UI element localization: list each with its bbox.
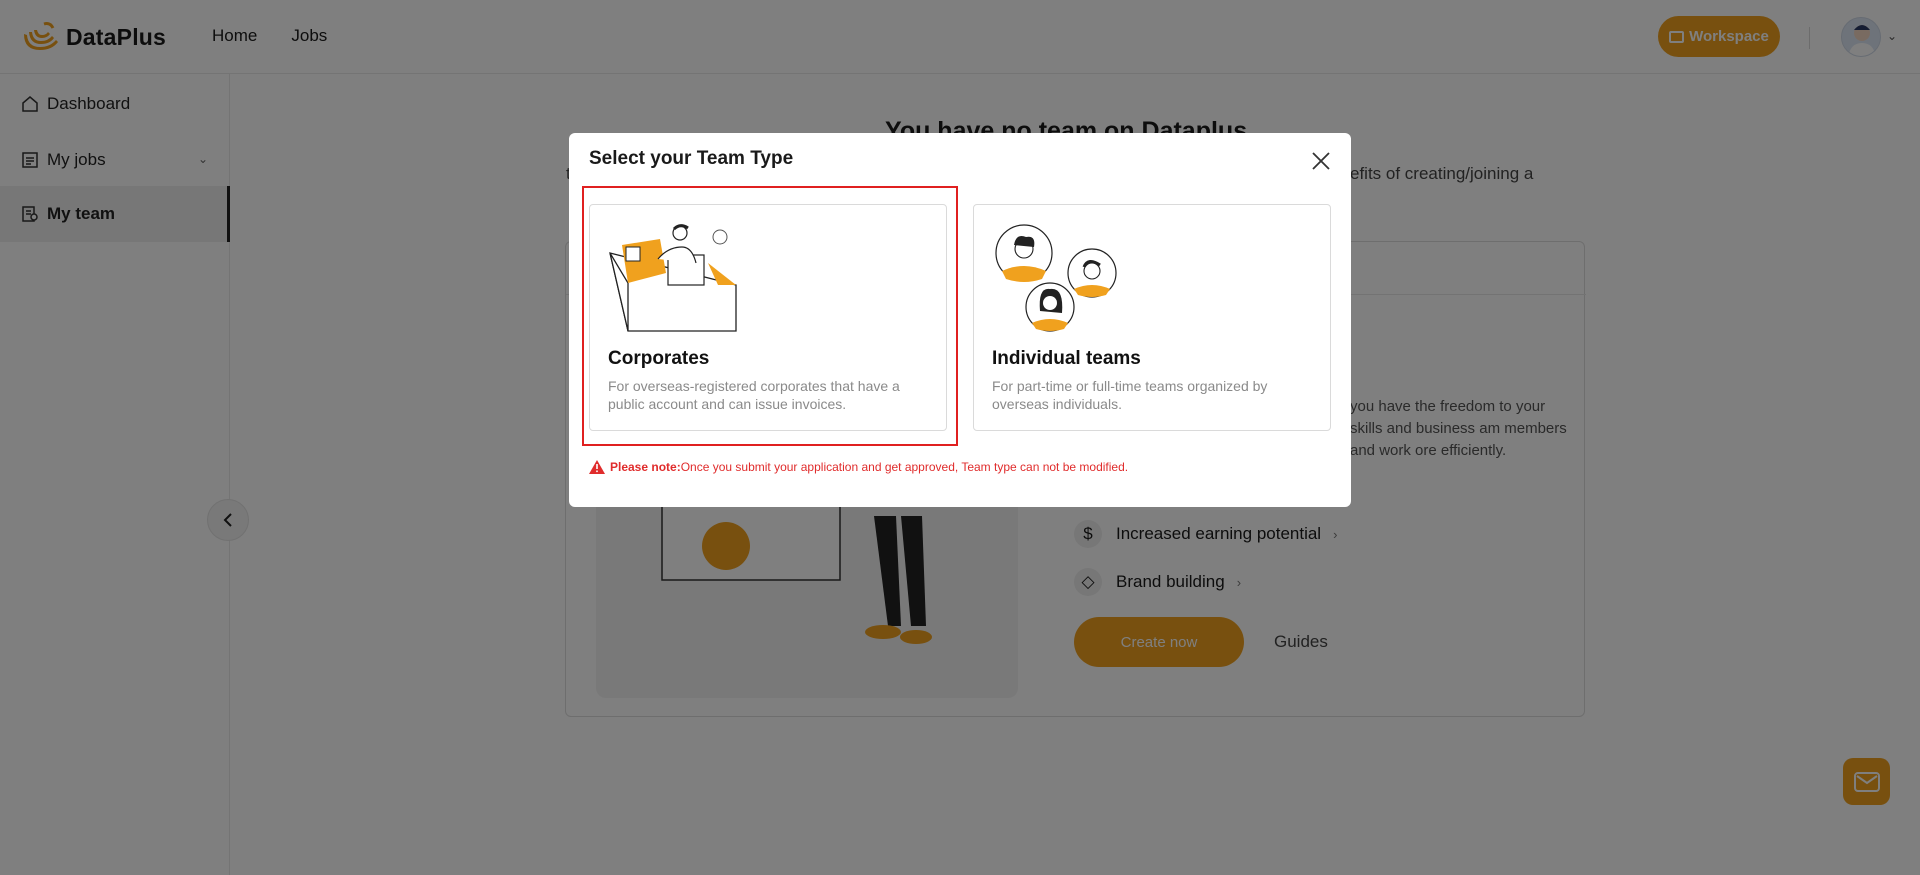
modification-note: Please note: Once you submit your applic… <box>589 460 1128 474</box>
card-description: For overseas-registered corporates that … <box>608 378 900 412</box>
modal-title: Select your Team Type <box>589 148 794 169</box>
corporates-card[interactable]: Corporates For overseas-registered corpo… <box>589 204 947 431</box>
card-title: Individual teams <box>992 348 1141 369</box>
individual-teams-illustration <box>995 224 1117 332</box>
card-title: Corporates <box>608 348 710 369</box>
team-type-modal: Select your Team Type Corporates For ove… <box>569 133 1351 507</box>
individual-teams-card[interactable]: Individual teams For part-time or full-t… <box>973 204 1331 431</box>
note-label: Please note: <box>610 460 681 474</box>
note-text: Once you submit your application and get… <box>680 460 1129 474</box>
warning-icon <box>589 460 605 474</box>
close-icon[interactable] <box>1310 150 1332 172</box>
card-description: For part-time or full-time teams organiz… <box>992 378 1268 412</box>
corporates-illustration <box>609 224 737 332</box>
